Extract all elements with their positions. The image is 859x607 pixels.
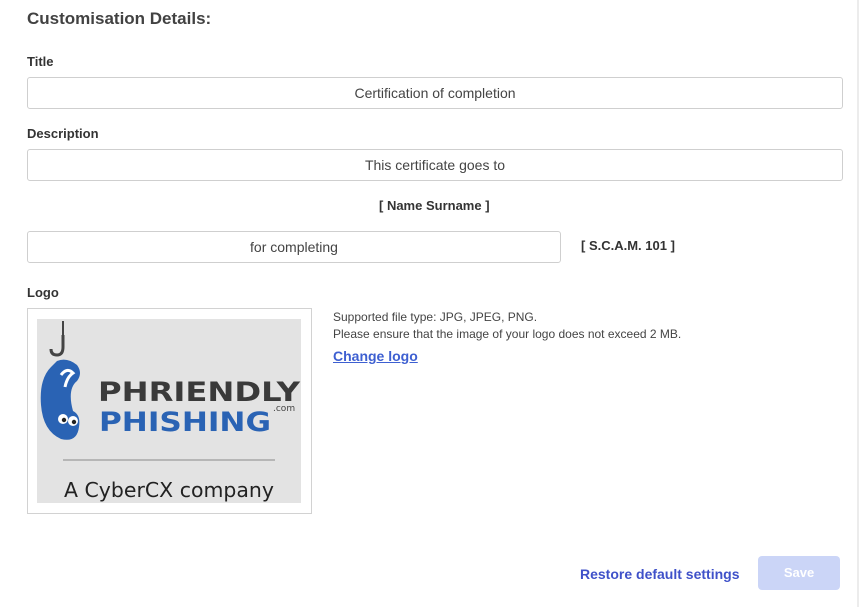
description-label: Description xyxy=(27,126,99,141)
section-heading: Customisation Details: xyxy=(27,9,212,28)
size-limit-note: Please ensure that the image of your log… xyxy=(333,327,682,341)
mascot-icon xyxy=(40,359,80,440)
logo-label: Logo xyxy=(27,285,59,300)
change-logo-link[interactable]: Change logo xyxy=(333,348,418,364)
description-input[interactable] xyxy=(27,149,843,181)
logo-dotcom: .com xyxy=(273,404,295,414)
save-button[interactable]: Save xyxy=(758,556,840,590)
title-label: Title xyxy=(27,54,54,69)
supported-types-note: Supported file type: JPG, JPEG, PNG. xyxy=(333,310,538,324)
logo-tagline: A CyberCX company xyxy=(64,478,274,502)
company-logo: PHRIENDLY PHISHING .com A CyberCX compan… xyxy=(37,319,301,503)
name-surname-placeholder: [ Name Surname ] xyxy=(379,198,490,213)
fishing-hook-icon xyxy=(49,335,65,357)
title-input[interactable] xyxy=(27,77,843,109)
course-placeholder: [ S.C.A.M. 101 ] xyxy=(581,238,675,253)
completing-input[interactable] xyxy=(27,231,561,263)
logo-preview: PHRIENDLY PHISHING .com A CyberCX compan… xyxy=(27,308,312,514)
restore-defaults-link[interactable]: Restore default settings xyxy=(580,566,739,582)
logo-wordmark-phishing: PHISHING xyxy=(99,407,271,438)
logo-wordmark-phriendly: PHRIENDLY xyxy=(98,377,301,408)
